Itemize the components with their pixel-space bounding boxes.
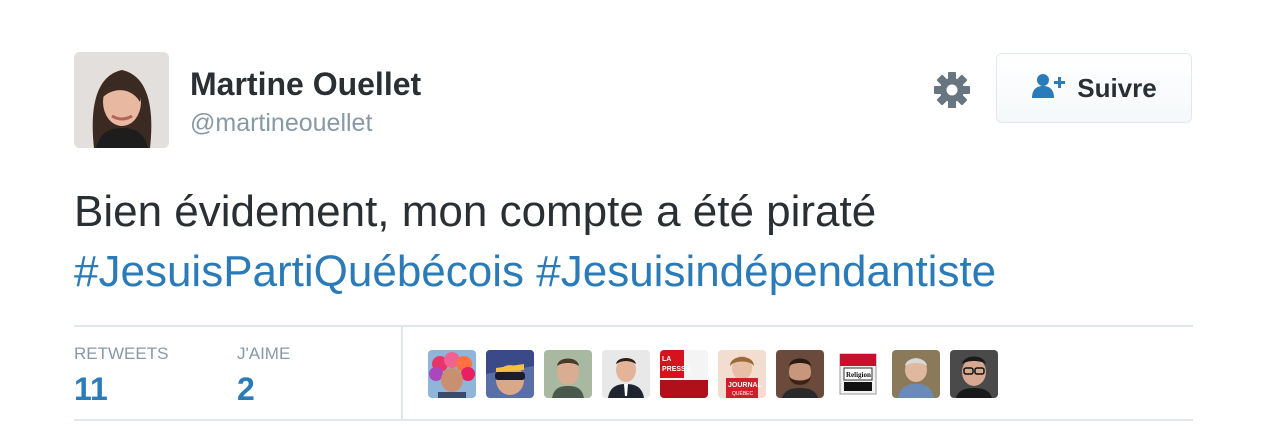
retweets-count[interactable]: 11: [74, 371, 108, 408]
divider: [74, 325, 1193, 327]
tweet-text: Bien évidement, mon compte a été piraté …: [74, 182, 996, 302]
liker-man-suit[interactable]: [602, 350, 650, 398]
hashtag-link[interactable]: #Jesuisindépendantiste: [536, 247, 996, 296]
liker-journal-de-quebec[interactable]: JOURNAL QUÉBEC: [718, 350, 766, 398]
follow-button[interactable]: Suivre: [996, 53, 1192, 123]
user-handle[interactable]: @martineouellet: [190, 109, 372, 138]
gear-icon[interactable]: [933, 71, 971, 109]
divider: [401, 327, 403, 419]
hashtag-link[interactable]: #JesuisPartiQuébécois: [74, 247, 524, 296]
tweet-body: Bien évidement, mon compte a été piraté: [74, 187, 877, 236]
add-user-icon: [1031, 73, 1067, 104]
likes-label: J'AIME: [237, 344, 291, 363]
svg-text:JOURNAL: JOURNAL: [728, 382, 763, 389]
liker-man-outdoor[interactable]: [544, 350, 592, 398]
liker-clown-wig[interactable]: [428, 350, 476, 398]
liker-religion-pack[interactable]: Religion: [834, 350, 882, 398]
divider: [74, 419, 1193, 421]
user-name[interactable]: Martine Ouellet: [190, 66, 421, 103]
svg-text:Religion: Religion: [846, 371, 871, 379]
avatar[interactable]: [74, 52, 169, 148]
tweet-hashtags: #JesuisPartiQuébécois #Jesuisindépendant…: [74, 242, 996, 302]
liker-older-man[interactable]: [892, 350, 940, 398]
svg-text:PRESSE: PRESSE: [662, 366, 691, 373]
liker-avatars: LA PRESSE JOURNAL QUÉBEC Religion: [428, 350, 998, 398]
follow-button-label: Suivre: [1077, 72, 1157, 103]
liker-sunglasses[interactable]: [486, 350, 534, 398]
svg-text:QUÉBEC: QUÉBEC: [732, 390, 754, 397]
liker-man-beard[interactable]: [776, 350, 824, 398]
retweets-label: RETWEETS: [74, 344, 169, 363]
likes-count[interactable]: 2: [237, 371, 255, 408]
svg-text:LA: LA: [662, 356, 671, 363]
liker-man-glasses[interactable]: [950, 350, 998, 398]
liker-la-presse[interactable]: LA PRESSE: [660, 350, 708, 398]
